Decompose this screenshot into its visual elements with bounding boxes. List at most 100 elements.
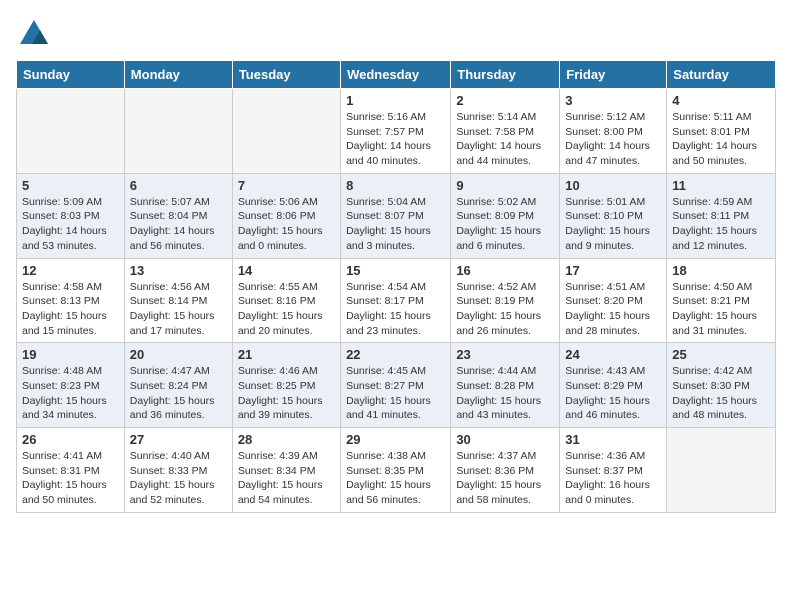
day-number: 28 bbox=[238, 432, 335, 447]
day-number: 19 bbox=[22, 347, 119, 362]
calendar-cell bbox=[667, 428, 776, 513]
weekday-header: Friday bbox=[560, 61, 667, 89]
day-info: Sunrise: 4:48 AM Sunset: 8:23 PM Dayligh… bbox=[22, 364, 119, 423]
day-info: Sunrise: 4:37 AM Sunset: 8:36 PM Dayligh… bbox=[456, 449, 554, 508]
day-number: 8 bbox=[346, 178, 445, 193]
calendar-cell: 12 Sunrise: 4:58 AM Sunset: 8:13 PM Dayli… bbox=[17, 258, 125, 343]
calendar-week-row: 1 Sunrise: 5:16 AM Sunset: 7:57 PM Daylig… bbox=[17, 89, 776, 174]
day-info: Sunrise: 4:45 AM Sunset: 8:27 PM Dayligh… bbox=[346, 364, 445, 423]
day-number: 1 bbox=[346, 93, 445, 108]
day-number: 30 bbox=[456, 432, 554, 447]
logo bbox=[16, 16, 56, 52]
day-info: Sunrise: 4:52 AM Sunset: 8:19 PM Dayligh… bbox=[456, 280, 554, 339]
day-number: 5 bbox=[22, 178, 119, 193]
day-info: Sunrise: 4:41 AM Sunset: 8:31 PM Dayligh… bbox=[22, 449, 119, 508]
day-number: 6 bbox=[130, 178, 227, 193]
day-info: Sunrise: 4:36 AM Sunset: 8:37 PM Dayligh… bbox=[565, 449, 661, 508]
day-info: Sunrise: 4:54 AM Sunset: 8:17 PM Dayligh… bbox=[346, 280, 445, 339]
day-info: Sunrise: 4:42 AM Sunset: 8:30 PM Dayligh… bbox=[672, 364, 770, 423]
calendar-cell: 5Sunrise: 5:09 AM Sunset: 8:03 PM Daylig… bbox=[17, 173, 125, 258]
day-number: 7 bbox=[238, 178, 335, 193]
calendar-cell bbox=[17, 89, 125, 174]
day-number: 31 bbox=[565, 432, 661, 447]
day-number: 26 bbox=[22, 432, 119, 447]
calendar-cell: 26 Sunrise: 4:41 AM Sunset: 8:31 PM Dayli… bbox=[17, 428, 125, 513]
day-number: 24 bbox=[565, 347, 661, 362]
day-info: Sunrise: 4:40 AM Sunset: 8:33 PM Dayligh… bbox=[130, 449, 227, 508]
day-info: Sunrise: 4:46 AM Sunset: 8:25 PM Dayligh… bbox=[238, 364, 335, 423]
calendar-cell: 30 Sunrise: 4:37 AM Sunset: 8:36 PM Dayli… bbox=[451, 428, 560, 513]
day-number: 15 bbox=[346, 263, 445, 278]
logo-icon bbox=[16, 16, 52, 52]
calendar-cell bbox=[124, 89, 232, 174]
weekday-header-row: SundayMondayTuesdayWednesdayThursdayFrid… bbox=[17, 61, 776, 89]
day-info: Sunrise: 4:39 AM Sunset: 8:34 PM Dayligh… bbox=[238, 449, 335, 508]
day-info: Sunrise: 4:47 AM Sunset: 8:24 PM Dayligh… bbox=[130, 364, 227, 423]
day-info: Sunrise: 4:50 AM Sunset: 8:21 PM Dayligh… bbox=[672, 280, 770, 339]
day-number: 21 bbox=[238, 347, 335, 362]
day-info: Sunrise: 5:06 AM Sunset: 8:06 PM Dayligh… bbox=[238, 195, 335, 254]
day-number: 20 bbox=[130, 347, 227, 362]
day-info: Sunrise: 5:12 AM Sunset: 8:00 PM Dayligh… bbox=[565, 110, 661, 169]
day-info: Sunrise: 4:56 AM Sunset: 8:14 PM Dayligh… bbox=[130, 280, 227, 339]
calendar-cell: 24 Sunrise: 4:43 AM Sunset: 8:29 PM Dayli… bbox=[560, 343, 667, 428]
day-info: Sunrise: 5:04 AM Sunset: 8:07 PM Dayligh… bbox=[346, 195, 445, 254]
calendar-cell: 6 Sunrise: 5:07 AM Sunset: 8:04 PM Daylig… bbox=[124, 173, 232, 258]
calendar-week-row: 5Sunrise: 5:09 AM Sunset: 8:03 PM Daylig… bbox=[17, 173, 776, 258]
day-number: 14 bbox=[238, 263, 335, 278]
day-number: 11 bbox=[672, 178, 770, 193]
calendar-cell: 2 Sunrise: 5:14 AM Sunset: 7:58 PM Daylig… bbox=[451, 89, 560, 174]
day-info: Sunrise: 5:16 AM Sunset: 7:57 PM Dayligh… bbox=[346, 110, 445, 169]
calendar-cell: 9 Sunrise: 5:02 AM Sunset: 8:09 PM Daylig… bbox=[451, 173, 560, 258]
calendar-cell: 1 Sunrise: 5:16 AM Sunset: 7:57 PM Daylig… bbox=[341, 89, 451, 174]
calendar-table: SundayMondayTuesdayWednesdayThursdayFrid… bbox=[16, 60, 776, 513]
day-number: 9 bbox=[456, 178, 554, 193]
day-number: 22 bbox=[346, 347, 445, 362]
weekday-header: Tuesday bbox=[232, 61, 340, 89]
day-info: Sunrise: 5:07 AM Sunset: 8:04 PM Dayligh… bbox=[130, 195, 227, 254]
day-info: Sunrise: 4:58 AM Sunset: 8:13 PM Dayligh… bbox=[22, 280, 119, 339]
day-number: 12 bbox=[22, 263, 119, 278]
page-header bbox=[16, 16, 776, 52]
weekday-header: Saturday bbox=[667, 61, 776, 89]
day-info: Sunrise: 4:55 AM Sunset: 8:16 PM Dayligh… bbox=[238, 280, 335, 339]
calendar-cell: 13Sunrise: 4:56 AM Sunset: 8:14 PM Dayli… bbox=[124, 258, 232, 343]
calendar-cell bbox=[232, 89, 340, 174]
calendar-cell: 4Sunrise: 5:11 AM Sunset: 8:01 PM Daylig… bbox=[667, 89, 776, 174]
day-info: Sunrise: 5:02 AM Sunset: 8:09 PM Dayligh… bbox=[456, 195, 554, 254]
weekday-header: Wednesday bbox=[341, 61, 451, 89]
calendar-cell: 11 Sunrise: 4:59 AM Sunset: 8:11 PM Dayli… bbox=[667, 173, 776, 258]
day-number: 3 bbox=[565, 93, 661, 108]
day-number: 18 bbox=[672, 263, 770, 278]
day-info: Sunrise: 4:44 AM Sunset: 8:28 PM Dayligh… bbox=[456, 364, 554, 423]
day-number: 23 bbox=[456, 347, 554, 362]
calendar-cell: 10 Sunrise: 5:01 AM Sunset: 8:10 PM Dayli… bbox=[560, 173, 667, 258]
calendar-cell: 23 Sunrise: 4:44 AM Sunset: 8:28 PM Dayli… bbox=[451, 343, 560, 428]
calendar-cell: 25 Sunrise: 4:42 AM Sunset: 8:30 PM Dayli… bbox=[667, 343, 776, 428]
calendar-cell: 28 Sunrise: 4:39 AM Sunset: 8:34 PM Dayli… bbox=[232, 428, 340, 513]
day-info: Sunrise: 4:38 AM Sunset: 8:35 PM Dayligh… bbox=[346, 449, 445, 508]
calendar-cell: 27 Sunrise: 4:40 AM Sunset: 8:33 PM Dayli… bbox=[124, 428, 232, 513]
day-info: Sunrise: 5:11 AM Sunset: 8:01 PM Dayligh… bbox=[672, 110, 770, 169]
day-info: Sunrise: 4:51 AM Sunset: 8:20 PM Dayligh… bbox=[565, 280, 661, 339]
day-info: Sunrise: 4:59 AM Sunset: 8:11 PM Dayligh… bbox=[672, 195, 770, 254]
day-number: 2 bbox=[456, 93, 554, 108]
calendar-cell: 8 Sunrise: 5:04 AM Sunset: 8:07 PM Daylig… bbox=[341, 173, 451, 258]
day-number: 29 bbox=[346, 432, 445, 447]
weekday-header: Sunday bbox=[17, 61, 125, 89]
day-info: Sunrise: 4:43 AM Sunset: 8:29 PM Dayligh… bbox=[565, 364, 661, 423]
day-info: Sunrise: 5:14 AM Sunset: 7:58 PM Dayligh… bbox=[456, 110, 554, 169]
day-number: 25 bbox=[672, 347, 770, 362]
weekday-header: Monday bbox=[124, 61, 232, 89]
calendar-cell: 18 Sunrise: 4:50 AM Sunset: 8:21 PM Dayli… bbox=[667, 258, 776, 343]
calendar-cell: 7 Sunrise: 5:06 AM Sunset: 8:06 PM Daylig… bbox=[232, 173, 340, 258]
day-number: 10 bbox=[565, 178, 661, 193]
day-number: 16 bbox=[456, 263, 554, 278]
calendar-cell: 21 Sunrise: 4:46 AM Sunset: 8:25 PM Dayli… bbox=[232, 343, 340, 428]
day-info: Sunrise: 5:01 AM Sunset: 8:10 PM Dayligh… bbox=[565, 195, 661, 254]
day-number: 27 bbox=[130, 432, 227, 447]
calendar-week-row: 19 Sunrise: 4:48 AM Sunset: 8:23 PM Dayli… bbox=[17, 343, 776, 428]
calendar-week-row: 12 Sunrise: 4:58 AM Sunset: 8:13 PM Dayli… bbox=[17, 258, 776, 343]
calendar-cell: 20 Sunrise: 4:47 AM Sunset: 8:24 PM Dayli… bbox=[124, 343, 232, 428]
calendar-cell: 15 Sunrise: 4:54 AM Sunset: 8:17 PM Dayli… bbox=[341, 258, 451, 343]
